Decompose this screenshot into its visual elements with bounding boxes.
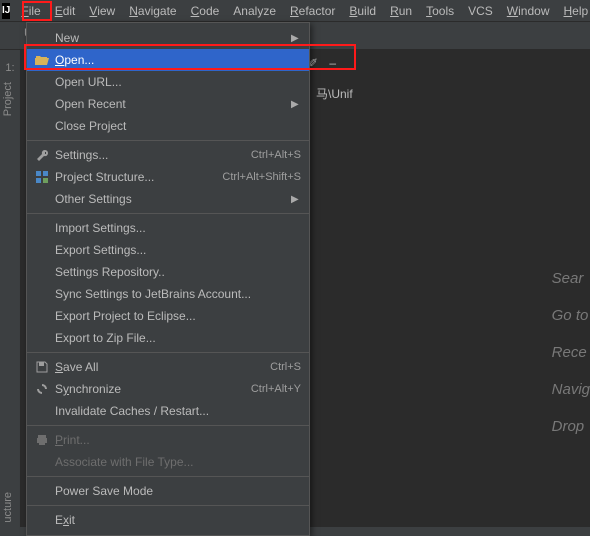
hint-nav: Navig [542,381,590,398]
print-icon [33,434,51,446]
app-icon: IJ [2,3,10,19]
menu-power-save[interactable]: Power Save Mode [27,480,309,502]
separator [27,476,309,477]
menu-edit[interactable]: Edit [48,1,83,21]
sidebar-structure-label: ucture [0,488,16,527]
shortcut: Ctrl+S [262,361,301,373]
menu-import-settings[interactable]: Import Settings... [27,217,309,239]
menu-open-recent[interactable]: Open Recent▶ [27,93,309,115]
menu-export-settings[interactable]: Export Settings... [27,239,309,261]
menu-project-structure[interactable]: Project Structure...Ctrl+Alt+Shift+S [27,166,309,188]
menu-navigate[interactable]: Navigate [122,1,183,21]
chevron-right-icon: ▶ [291,99,301,110]
hint-search: Sear [542,270,590,287]
menu-build[interactable]: Build [342,1,383,21]
menu-save-all[interactable]: Save AllCtrl+S [27,356,309,378]
menu-window[interactable]: Window [500,1,557,21]
menu-sync-jetbrains[interactable]: Sync Settings to JetBrains Account... [27,283,309,305]
file-menu-dropdown: New▶ Open... Open URL... Open Recent▶ Cl… [26,22,310,536]
shortcut: Ctrl+Alt+Shift+S [214,171,301,183]
sidebar-project-label: Project [0,76,16,122]
menu-settings[interactable]: Settings...Ctrl+Alt+S [27,144,309,166]
separator [27,352,309,353]
menu-open[interactable]: Open... [27,49,309,71]
menu-invalidate-caches[interactable]: Invalidate Caches / Restart... [27,400,309,422]
folder-open-icon [33,54,51,66]
menubar: IJ File Edit View Navigate Code Analyze … [0,0,590,22]
menu-analyze[interactable]: Analyze [226,1,283,21]
menu-file[interactable]: File [14,1,47,21]
shortcut: Ctrl+Alt+Y [243,383,301,395]
shortcut: Ctrl+Alt+S [243,149,301,161]
menu-export-zip[interactable]: Export to Zip File... [27,327,309,349]
separator [27,213,309,214]
menu-other-settings[interactable]: Other Settings▶ [27,188,309,210]
wrench-icon [33,149,51,162]
separator [27,140,309,141]
chevron-right-icon: ▶ [291,33,301,44]
menu-new[interactable]: New▶ [27,27,309,49]
hint-goto: Go to [542,307,590,324]
save-icon [33,361,51,373]
menu-view[interactable]: View [82,1,122,21]
chevron-right-icon: ▶ [291,194,301,205]
menu-exit[interactable]: Exit [27,509,309,531]
toolbar-minimize-icon[interactable]: – [329,56,336,70]
menu-synchronize[interactable]: SynchronizeCtrl+Alt+Y [27,378,309,400]
menu-tools[interactable]: Tools [419,1,461,21]
sidebar-project-tab[interactable]: 1: Project [0,60,20,122]
project-structure-icon [33,171,51,183]
separator [27,425,309,426]
menu-close-project[interactable]: Close Project [27,115,309,137]
menu-settings-repo[interactable]: Settings Repository.. [27,261,309,283]
hint-drop: Drop [542,418,590,435]
menu-print: Print... [27,429,309,451]
path-fragment: 马\Unif [316,85,353,102]
menu-associate-file-type: Associate with File Type... [27,451,309,473]
menu-open-url[interactable]: Open URL... [27,71,309,93]
separator [27,505,309,506]
sync-icon [33,383,51,395]
sidebar-structure-tab[interactable]: ucture [0,488,20,527]
menu-help[interactable]: Help [556,1,590,21]
menu-vcs[interactable]: VCS [461,1,500,21]
menu-export-eclipse[interactable]: Export Project to Eclipse... [27,305,309,327]
menu-refactor[interactable]: Refactor [283,1,342,21]
sidebar-project-num: 1: [0,60,20,76]
menu-code[interactable]: Code [184,1,227,21]
hint-recent: Rece [542,344,590,361]
menu-run[interactable]: Run [383,1,419,21]
welcome-hints: Sear Go to Rece Navig Drop [542,250,590,455]
